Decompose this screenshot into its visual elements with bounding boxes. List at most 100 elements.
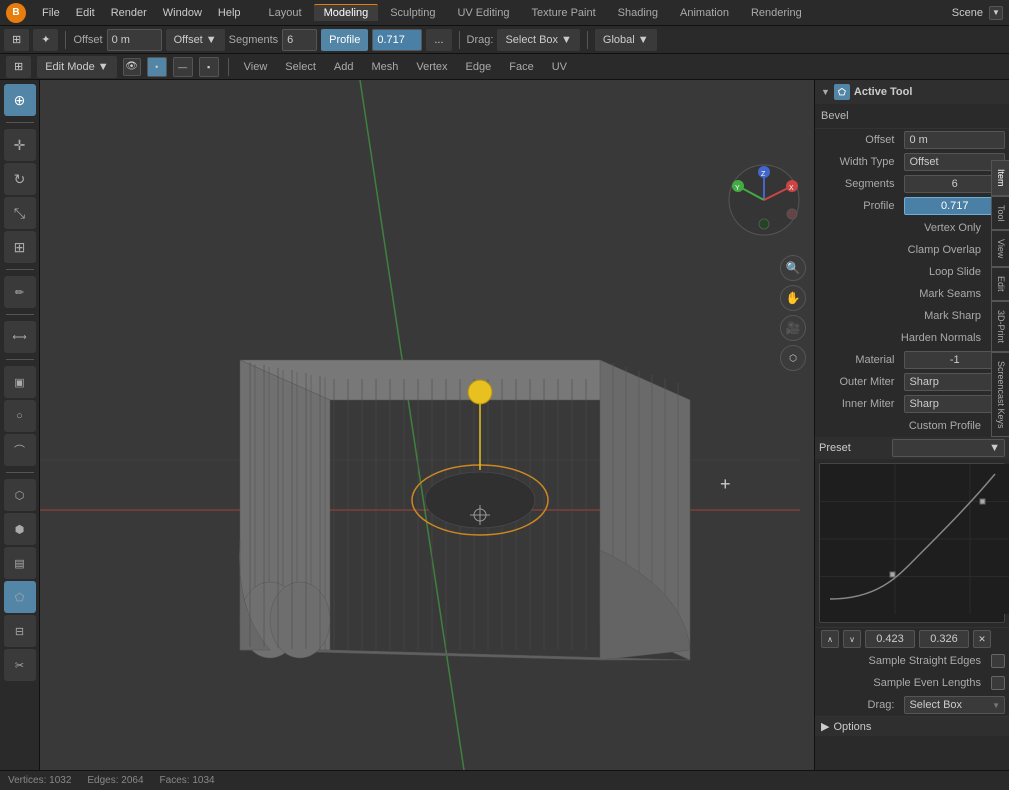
offset-type-btn[interactable]: Offset ▼ bbox=[166, 29, 225, 51]
box-select-btn[interactable]: ▣ bbox=[4, 366, 36, 398]
segments-row: Segments 6 bbox=[815, 173, 1009, 195]
inner-miter-select[interactable]: Sharp ▼ bbox=[904, 395, 1005, 413]
inset-btn[interactable]: ▤ bbox=[4, 547, 36, 579]
scale-tool-btn[interactable]: ⤡ bbox=[4, 197, 36, 229]
edit-mode-select[interactable]: Edit Mode ▼ bbox=[37, 56, 116, 78]
perspective-btn[interactable]: ⬡ bbox=[780, 345, 806, 371]
add-mesh-btn[interactable]: ⬡ bbox=[4, 479, 36, 511]
uv-menu-btn[interactable]: UV bbox=[546, 60, 573, 74]
select-box-btn[interactable]: Select Box ▼ bbox=[497, 29, 579, 51]
face-menu-btn[interactable]: Face bbox=[503, 60, 539, 74]
outer-miter-select[interactable]: Sharp ▼ bbox=[904, 373, 1005, 391]
side-tab-edit[interactable]: Edit bbox=[991, 267, 1009, 301]
edge-select-btn[interactable]: — bbox=[173, 57, 193, 77]
zoom-in-btn[interactable]: 🔍 bbox=[780, 255, 806, 281]
tab-rendering[interactable]: Rendering bbox=[741, 5, 812, 21]
profile-input[interactable] bbox=[372, 29, 422, 51]
viewport[interactable]: User Perspective (1) VoltmeterBody bbox=[40, 80, 814, 790]
width-type-select[interactable]: Offset ▼ bbox=[904, 153, 1005, 171]
tab-texture-paint[interactable]: Texture Paint bbox=[521, 5, 605, 21]
side-tab-view[interactable]: View bbox=[991, 230, 1009, 267]
cursor-tool-btn[interactable]: ⊕ bbox=[4, 84, 36, 116]
material-row: Material -1 bbox=[815, 349, 1009, 371]
loop-slide-row: Loop Slide bbox=[815, 261, 1009, 283]
drag-prop-label: Drag: bbox=[819, 699, 900, 711]
menu-help[interactable]: Help bbox=[210, 5, 249, 21]
active-tool-section: Bevel bbox=[815, 104, 1009, 129]
active-tool-header[interactable]: ▼ ⬠ Active Tool bbox=[815, 80, 1009, 104]
mesh-menu-btn[interactable]: Mesh bbox=[365, 60, 404, 74]
side-tab-3dprint[interactable]: 3D-Print bbox=[991, 301, 1009, 352]
view-mode-btn[interactable]: ⊞ bbox=[4, 29, 29, 51]
knife-btn[interactable]: ✂ bbox=[4, 649, 36, 681]
tab-sculpting[interactable]: Sculpting bbox=[380, 5, 445, 21]
offset-row: Offset 0 m bbox=[815, 129, 1009, 151]
side-tab-item[interactable]: Item bbox=[991, 160, 1009, 196]
material-value[interactable]: -1 bbox=[904, 351, 1005, 369]
profile-prop-value[interactable]: 0.717 bbox=[904, 197, 1005, 215]
drag-select[interactable]: Select Box ▼ bbox=[904, 696, 1005, 714]
lasso-select-btn[interactable]: ⌒ bbox=[4, 434, 36, 466]
sep3 bbox=[587, 31, 588, 49]
svg-text:Z: Z bbox=[761, 171, 766, 178]
scene-selector[interactable]: ▼ bbox=[989, 6, 1003, 20]
offset-prop-label: Offset bbox=[819, 134, 900, 146]
coord-close-btn[interactable]: ✕ bbox=[973, 630, 991, 648]
segments-input[interactable] bbox=[282, 29, 317, 51]
face-select-btn[interactable]: ▪ bbox=[199, 57, 219, 77]
circle-select-btn[interactable]: ○ bbox=[4, 400, 36, 432]
side-tab-tool[interactable]: Tool bbox=[991, 196, 1009, 231]
camera-btn[interactable]: 🎥 bbox=[780, 315, 806, 341]
edge-menu-btn[interactable]: Edge bbox=[460, 60, 498, 74]
faces-status: Faces: 1034 bbox=[160, 775, 215, 786]
measure-tool-btn[interactable]: ⟷ bbox=[4, 321, 36, 353]
transform-tool-btn[interactable]: ⊞ bbox=[4, 231, 36, 263]
width-type-value: Offset bbox=[909, 156, 938, 168]
axis-gizmo[interactable]: Z X Y bbox=[724, 160, 804, 240]
select-menu-btn[interactable]: Select bbox=[279, 60, 322, 74]
vertex-select-btn[interactable]: • bbox=[147, 57, 167, 77]
annotate-tool-btn[interactable]: ✏ bbox=[4, 276, 36, 308]
header-icon[interactable]: ⊞ bbox=[6, 56, 31, 78]
sample-even-checkbox[interactable] bbox=[991, 676, 1005, 690]
coord-x-input[interactable]: 0.423 bbox=[865, 630, 915, 648]
menu-render[interactable]: Render bbox=[103, 5, 155, 21]
offset-prop-value[interactable]: 0 m bbox=[904, 131, 1005, 149]
vertex-only-row: Vertex Only bbox=[815, 217, 1009, 239]
move-tool-btn[interactable]: ✛ bbox=[4, 129, 36, 161]
tab-modeling[interactable]: Modeling bbox=[314, 4, 379, 21]
more-options-btn[interactable]: ... bbox=[426, 29, 451, 51]
offset-input[interactable] bbox=[107, 29, 162, 51]
drag-row: Drag: Select Box ▼ bbox=[815, 694, 1009, 716]
menu-edit[interactable]: Edit bbox=[68, 5, 103, 21]
segments-prop-value[interactable]: 6 bbox=[904, 175, 1005, 193]
wave2-btn[interactable]: ∨ bbox=[843, 630, 861, 648]
side-tab-screencast[interactable]: Screencast Keys bbox=[991, 352, 1009, 438]
sample-straight-checkbox[interactable] bbox=[991, 654, 1005, 668]
tab-layout[interactable]: Layout bbox=[259, 5, 312, 21]
toggle-visibility-btn[interactable]: 👁 bbox=[123, 58, 141, 76]
loop-cut-btn[interactable]: ⊟ bbox=[4, 615, 36, 647]
edit-mode-icon-btn[interactable]: ✦ bbox=[33, 29, 58, 51]
tab-uv-editing[interactable]: UV Editing bbox=[447, 5, 519, 21]
transform-orientation-btn[interactable]: Global ▼ bbox=[595, 29, 657, 51]
wave1-btn[interactable]: ∧ bbox=[821, 630, 839, 648]
menu-window[interactable]: Window bbox=[155, 5, 210, 21]
add-menu-btn[interactable]: Add bbox=[328, 60, 360, 74]
view-menu-btn[interactable]: View bbox=[238, 60, 274, 74]
coord-y-input[interactable]: 0.326 bbox=[919, 630, 969, 648]
bevel-btn[interactable]: ⬠ bbox=[4, 581, 36, 613]
pan-btn[interactable]: ✋ bbox=[780, 285, 806, 311]
preset-select[interactable]: ▼ bbox=[892, 439, 1005, 457]
options-header[interactable]: ▶ Options bbox=[815, 716, 1009, 736]
menu-file[interactable]: File bbox=[34, 5, 68, 21]
drag-value: Select Box bbox=[909, 699, 962, 711]
view-mode-icon: ⊞ bbox=[12, 33, 21, 46]
select-box-label: Select Box bbox=[505, 34, 558, 46]
tab-animation[interactable]: Animation bbox=[670, 5, 739, 21]
profile-btn[interactable]: Profile bbox=[321, 29, 368, 51]
tab-shading[interactable]: Shading bbox=[608, 5, 668, 21]
rotate-tool-btn[interactable]: ↻ bbox=[4, 163, 36, 195]
vertex-menu-btn[interactable]: Vertex bbox=[410, 60, 453, 74]
extrude-btn[interactable]: ⬢ bbox=[4, 513, 36, 545]
